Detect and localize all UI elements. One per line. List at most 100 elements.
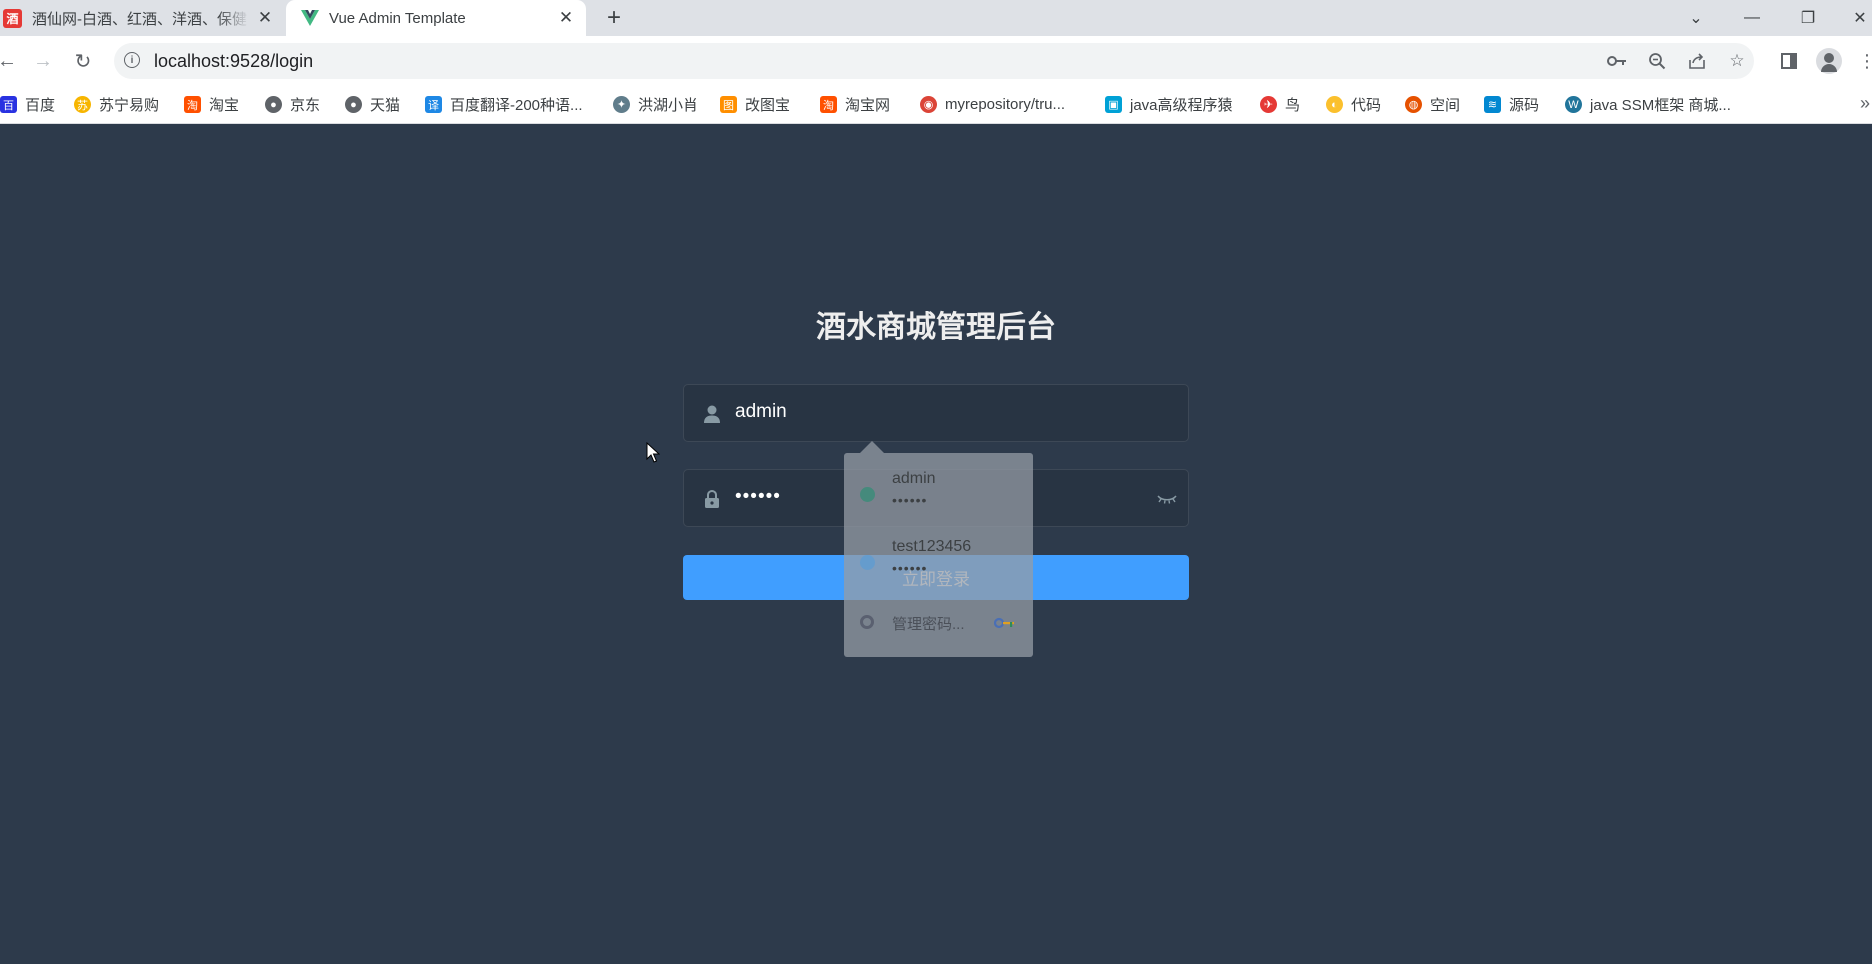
zoom-icon[interactable] <box>1645 49 1669 73</box>
globe-icon: ● <box>345 96 362 113</box>
jiuxian-favicon-icon: 酒 <box>3 8 22 28</box>
tab-title: Vue Admin Template <box>329 9 466 27</box>
minimize-button[interactable]: — <box>1724 0 1780 36</box>
vue-favicon-icon <box>860 555 875 570</box>
bookmark-gaitubao[interactable]: 图 改图宝 <box>720 86 790 123</box>
bookmark-taobao[interactable]: 淘 淘宝 <box>184 86 239 123</box>
tab-vue-admin[interactable]: Vue Admin Template ✕ <box>286 0 586 36</box>
tab-title: 酒仙网-白酒、红酒、洋酒、保健 <box>32 10 247 28</box>
forward-button[interactable]: → <box>28 46 58 76</box>
bookmark-java-senior[interactable]: ▣ java高级程序猿 <box>1105 86 1233 123</box>
password-autofill-popup: admin •••••• test123456 •••••• 管理密码... <box>844 453 1033 657</box>
chrome-icon: ◉ <box>920 96 937 113</box>
bookmark-star-icon[interactable]: ☆ <box>1725 49 1749 73</box>
taobao-icon: 淘 <box>820 96 837 113</box>
bilibili-icon: ▣ <box>1105 96 1122 113</box>
bookmark-honghu[interactable]: ✦ 洪湖小肖 <box>613 86 698 123</box>
share-icon[interactable] <box>1685 49 1709 73</box>
address-bar[interactable]: i localhost:9528/login ☆ <box>114 43 1754 79</box>
profile-avatar-icon[interactable] <box>1816 48 1842 74</box>
bird-red-icon: ✈ <box>1260 96 1277 113</box>
url-text: localhost:9528/login <box>154 51 314 71</box>
lock-icon <box>705 489 719 508</box>
username-input[interactable]: admin <box>735 401 787 423</box>
globe-icon: ● <box>265 96 282 113</box>
docker-icon: ≋ <box>1484 96 1501 113</box>
bookmark-label: 洪湖小肖 <box>638 97 699 114</box>
bookmark-taobaowang[interactable]: 淘 淘宝网 <box>820 86 890 123</box>
bookmark-label: 源码 <box>1509 97 1540 114</box>
bookmark-label: 淘宝 <box>209 97 240 114</box>
bookmark-niao[interactable]: ✈ 鸟 <box>1260 86 1300 123</box>
close-window-button[interactable]: ✕ <box>1832 0 1872 36</box>
site-info-icon[interactable]: i <box>124 52 140 68</box>
bookmark-label: myrepository/tru... <box>945 96 1066 113</box>
space-icon: ◍ <box>1405 96 1422 113</box>
mouse-cursor-icon <box>646 442 660 463</box>
side-panel-icon[interactable] <box>1774 46 1804 76</box>
bookmark-label: java SSM框架 商城... <box>1590 97 1731 114</box>
bookmark-baidu-translate[interactable]: 译 百度翻译-200种语... <box>425 86 583 123</box>
taobao-icon: 淘 <box>184 96 201 113</box>
tab-jiuxian[interactable]: 酒 酒仙网-白酒、红酒、洋酒、保健 ✕ <box>0 0 285 36</box>
login-page: 酒水商城管理后台 admin •••••• 立即登录 admin •••••• <box>0 124 1872 964</box>
restore-button[interactable]: ❐ <box>1780 0 1836 36</box>
autofill-entry-test123456[interactable]: test123456 •••••• <box>844 531 1033 585</box>
bookmarks-bar: 百 百度 苏 苏宁易购 淘 淘宝 ● 京东 ● 天猫 译 百度翻译-200种语.… <box>0 86 1872 124</box>
bookmark-space[interactable]: ◍ 空间 <box>1405 86 1460 123</box>
vue-favicon-icon <box>860 487 875 502</box>
bookmark-label: 淘宝网 <box>845 97 891 114</box>
username-field[interactable]: admin <box>683 384 1189 442</box>
autofill-arrow <box>860 441 884 453</box>
page-title: 酒水商城管理后台 <box>816 311 1056 344</box>
bookmark-tmall[interactable]: ● 天猫 <box>345 86 400 123</box>
new-tab-button[interactable]: + <box>600 4 628 32</box>
suning-icon: 苏 <box>74 96 91 113</box>
gear-icon <box>860 615 874 629</box>
bookmark-label: 百度 <box>25 97 56 114</box>
bookmarks-overflow-icon[interactable]: » <box>1860 93 1870 114</box>
bookmark-suning[interactable]: 苏 苏宁易购 <box>74 86 159 123</box>
close-tab-icon[interactable]: ✕ <box>255 8 275 28</box>
bird-icon: ✦ <box>613 96 630 113</box>
code-icon: ◐ <box>1326 96 1343 113</box>
show-password-icon[interactable] <box>1156 490 1178 506</box>
bookmark-label: 代码 <box>1351 97 1382 114</box>
key-icon <box>994 617 1014 629</box>
gaitubao-icon: 图 <box>720 96 737 113</box>
translate-icon: 译 <box>425 96 442 113</box>
autofill-password: •••••• <box>892 492 928 508</box>
baidu-icon: 百 <box>0 96 17 113</box>
key-icon[interactable] <box>1605 49 1629 73</box>
tab-search-icon[interactable]: ⌄ <box>1668 0 1724 36</box>
autofill-username: admin <box>892 470 936 487</box>
bookmark-label: java高级程序猿 <box>1130 97 1233 114</box>
bookmark-myrepository[interactable]: ◉ myrepository/tru... <box>920 86 1065 123</box>
bookmark-code[interactable]: ◐ 代码 <box>1326 86 1381 123</box>
bookmark-label: 鸟 <box>1285 97 1301 114</box>
back-button[interactable]: ← <box>0 46 22 76</box>
bookmark-label: 天猫 <box>370 97 401 114</box>
menu-dots-icon[interactable]: ⋮ <box>1852 46 1872 76</box>
bookmark-label: 改图宝 <box>745 97 791 114</box>
reload-button[interactable]: ↻ <box>68 46 98 76</box>
tab-strip: 酒 酒仙网-白酒、红酒、洋酒、保健 ✕ Vue Admin Template ✕… <box>0 0 1872 36</box>
manage-passwords-item[interactable]: 管理密码... <box>844 603 1033 643</box>
bookmark-label: 苏宁易购 <box>99 97 160 114</box>
manage-passwords-label: 管理密码... <box>892 616 965 633</box>
password-input[interactable]: •••••• <box>735 486 781 508</box>
autofill-username: test123456 <box>892 538 972 555</box>
bookmark-label: 百度翻译-200种语... <box>450 97 583 114</box>
bookmark-source[interactable]: ≋ 源码 <box>1484 86 1539 123</box>
bookmark-jd[interactable]: ● 京东 <box>265 86 320 123</box>
bookmark-java-ssm[interactable]: W java SSM框架 商城... <box>1565 86 1731 123</box>
bookmark-label: 京东 <box>290 97 321 114</box>
bookmark-label: 空间 <box>1430 97 1461 114</box>
autofill-entry-admin[interactable]: admin •••••• <box>844 463 1033 517</box>
autofill-password: •••••• <box>892 560 928 576</box>
vue-favicon-icon <box>300 9 319 28</box>
wordpress-icon: W <box>1565 96 1582 113</box>
close-tab-icon[interactable]: ✕ <box>556 8 576 28</box>
bookmark-baidu[interactable]: 百 百度 <box>0 86 55 123</box>
browser-toolbar: ← → ↻ i localhost:9528/login ☆ ⋮ <box>0 36 1872 86</box>
